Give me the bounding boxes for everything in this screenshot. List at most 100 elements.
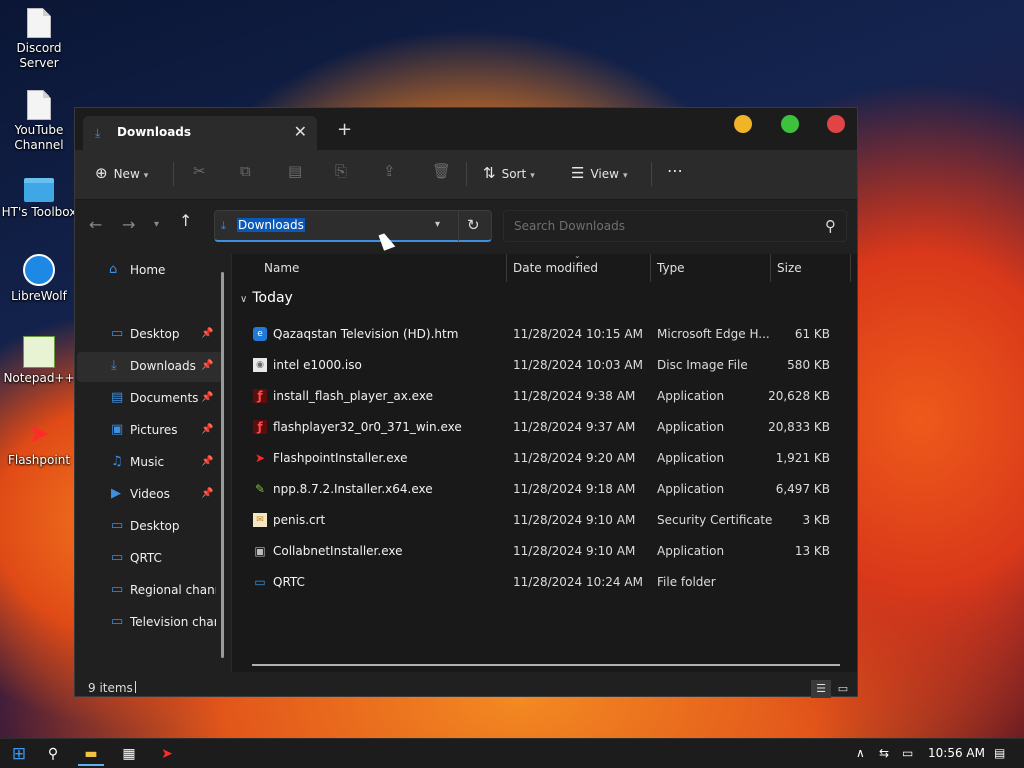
sidebar-item-regional-channels[interactable]: ▭ Regional channe [77,576,223,606]
status-bar: 9 items ☰ ▭ [75,672,857,698]
notepadpp-icon [23,336,55,368]
new-tab-button[interactable]: + [337,119,352,140]
tab-downloads[interactable]: ⤓ Downloads ✕ [83,116,317,150]
file-explorer-window: ⤓ Downloads ✕ + ⊕ New ▾ ✂ ⧉ ▤ ⎘ ⇪ 🗑 ⇅ Sort ▾… [74,107,858,698]
desktop-icon-discord-server[interactable]: Discord Server [1,8,77,71]
sidebar-item-downloads[interactable]: ⤓ Downloads 📌 [77,352,223,382]
file-row[interactable]: ➤ FlashpointInstaller.exe 11/28/2024 9:2… [246,443,846,474]
back-arrow-icon[interactable]: ← [89,215,102,234]
notepadpp-icon: ✎ [254,482,266,496]
microsoft-store-icon[interactable]: ▦ [116,742,142,766]
horizontal-scrollbar[interactable] [252,664,840,666]
desktop-icon-flashpoint[interactable]: ➤ Flashpoint [1,418,77,468]
search-icon[interactable]: ⚲ [825,217,836,235]
delete-button[interactable]: 🗑 [432,162,451,180]
show-hidden-icons-chevron-icon[interactable]: ∧ [856,746,865,760]
flashpoint-icon[interactable]: ➤ [154,742,180,766]
desktop-icon-librewolf[interactable]: LibreWolf [1,254,77,304]
search-input[interactable]: Search Downloads [514,219,625,233]
sidebar-item-qrtc[interactable]: ▭ QRTC [77,544,223,574]
desktop-icon-youtube-channel[interactable]: YouTube Channel [1,90,77,153]
sidebar-item-pictures[interactable]: ▣ Pictures 📌 [77,416,223,446]
chevron-down-icon[interactable]: ▾ [435,219,440,230]
folder-icon: ▭ [111,582,124,597]
column-divider[interactable] [650,254,651,282]
rename-button[interactable]: ⎘ [335,162,347,180]
copy-button[interactable]: ⧉ [240,162,251,180]
file-size: 20,628 KB [768,389,830,403]
toolbar-divider [466,162,467,186]
file-row[interactable]: ◉ intel e1000.iso 11/28/2024 10:03 AM Di… [246,350,846,381]
file-row[interactable]: e Qazaqstan Television (HD).htm 11/28/20… [246,319,846,350]
maximize-button[interactable] [781,115,799,133]
column-header-size[interactable]: Size [777,261,802,275]
address-path[interactable]: Downloads [237,218,305,232]
search-icon[interactable]: ⚲ [40,742,66,766]
column-divider[interactable] [506,254,507,282]
sidebar-item-television-channels[interactable]: ▭ Television chann [77,608,223,638]
file-row[interactable]: ▭ QRTC 11/28/2024 10:24 AM File folder [246,567,846,598]
desktop-icon-hts-toolbox[interactable]: HT's Toolbox [1,172,77,220]
sidebar-item-music[interactable]: ♫ Music 📌 [77,448,223,478]
forward-arrow-icon[interactable]: → [122,215,135,234]
sort-button[interactable]: ⇅ Sort ▾ [483,164,535,182]
tiles-view-icon[interactable]: ▭ [833,680,853,698]
more-options-button[interactable]: ⋯ [667,161,683,180]
notification-icon[interactable]: ▤ [994,746,1005,760]
file-date: 11/28/2024 10:24 AM [513,575,643,589]
pin-icon: 📌 [201,488,214,499]
new-button[interactable]: ⊕ New ▾ [95,164,148,182]
sidebar-item-desktop[interactable]: ▭ Desktop 📌 [77,320,223,350]
address-bar[interactable]: ⤓ Downloads ▾ ↻ [214,210,492,242]
folder-icon: ▭ [111,518,124,533]
share-button[interactable]: ⇪ [383,162,396,180]
column-header-date-modified[interactable]: Date modified [513,261,598,275]
file-row[interactable]: ƒ flashplayer32_0r0_371_win.exe 11/28/20… [246,412,846,443]
column-divider[interactable] [850,254,851,282]
group-header-today[interactable]: ∨ Today [240,290,293,306]
sidebar-item-desktop-folder[interactable]: ▭ Desktop [77,512,223,542]
minimize-button[interactable] [734,115,752,133]
view-button[interactable]: ☰ View ▾ [571,164,627,182]
close-window-button[interactable] [827,115,845,133]
file-date: 11/28/2024 9:10 AM [513,513,636,527]
windows-start-icon[interactable]: ⊞ [6,742,32,766]
installer-icon: ▣ [254,544,266,558]
sidebar-scrollbar[interactable] [221,272,224,658]
refresh-icon[interactable]: ↻ [467,216,480,234]
display-icon[interactable]: ▭ [902,746,913,760]
sidebar-item-videos[interactable]: ▶ Videos 📌 [77,480,223,510]
taskbar-clock[interactable]: 10:56 AM [928,746,985,760]
paste-button[interactable]: ▤ [288,162,302,180]
cut-button[interactable]: ✂ [193,162,206,180]
file-row[interactable]: ƒ install_flash_player_ax.exe 11/28/2024… [246,381,846,412]
videos-icon: ▶ [111,486,121,501]
file-row[interactable]: ✎ npp.8.7.2.Installer.x64.exe 11/28/2024… [246,474,846,505]
pin-icon: 📌 [201,328,214,339]
file-name: install_flash_player_ax.exe [273,389,433,403]
column-divider[interactable] [770,254,771,282]
desktop-icon: ▭ [111,326,124,341]
close-tab-icon[interactable]: ✕ [294,122,307,141]
file-list: Name Date modified ⌄ Type Size ∨ Today e … [232,251,857,672]
up-arrow-icon[interactable]: ↑ [179,211,192,230]
title-bar[interactable]: ⤓ Downloads ✕ + [75,108,857,150]
network-icon[interactable]: ⇆ [879,746,889,760]
recent-locations-chevron-icon[interactable]: ▾ [154,219,159,230]
file-row[interactable]: ✉ penis.crt 11/28/2024 9:10 AM Security … [246,505,846,536]
file-date: 11/28/2024 10:15 AM [513,327,643,341]
desktop-icon-notepadpp[interactable]: Notepad++ [1,336,77,386]
file-type: Microsoft Edge H... [657,327,770,341]
sidebar-item-documents[interactable]: ▤ Documents 📌 [77,384,223,414]
sidebar-item-home[interactable]: ⌂ Home [77,256,223,286]
sidebar-item-label: Television chann [130,615,216,629]
file-size: 61 KB [794,327,830,341]
column-header-type[interactable]: Type [657,261,685,275]
column-header-name[interactable]: Name [264,261,299,275]
clipboard-icon: ▤ [288,162,303,180]
file-row[interactable]: ▣ CollabnetInstaller.exe 11/28/2024 9:10… [246,536,846,567]
details-view-icon[interactable]: ☰ [811,680,831,698]
file-explorer-icon[interactable]: ▬ [78,742,104,766]
search-box[interactable]: Search Downloads ⚲ [503,210,847,242]
view-list-icon: ☰ [571,164,585,182]
